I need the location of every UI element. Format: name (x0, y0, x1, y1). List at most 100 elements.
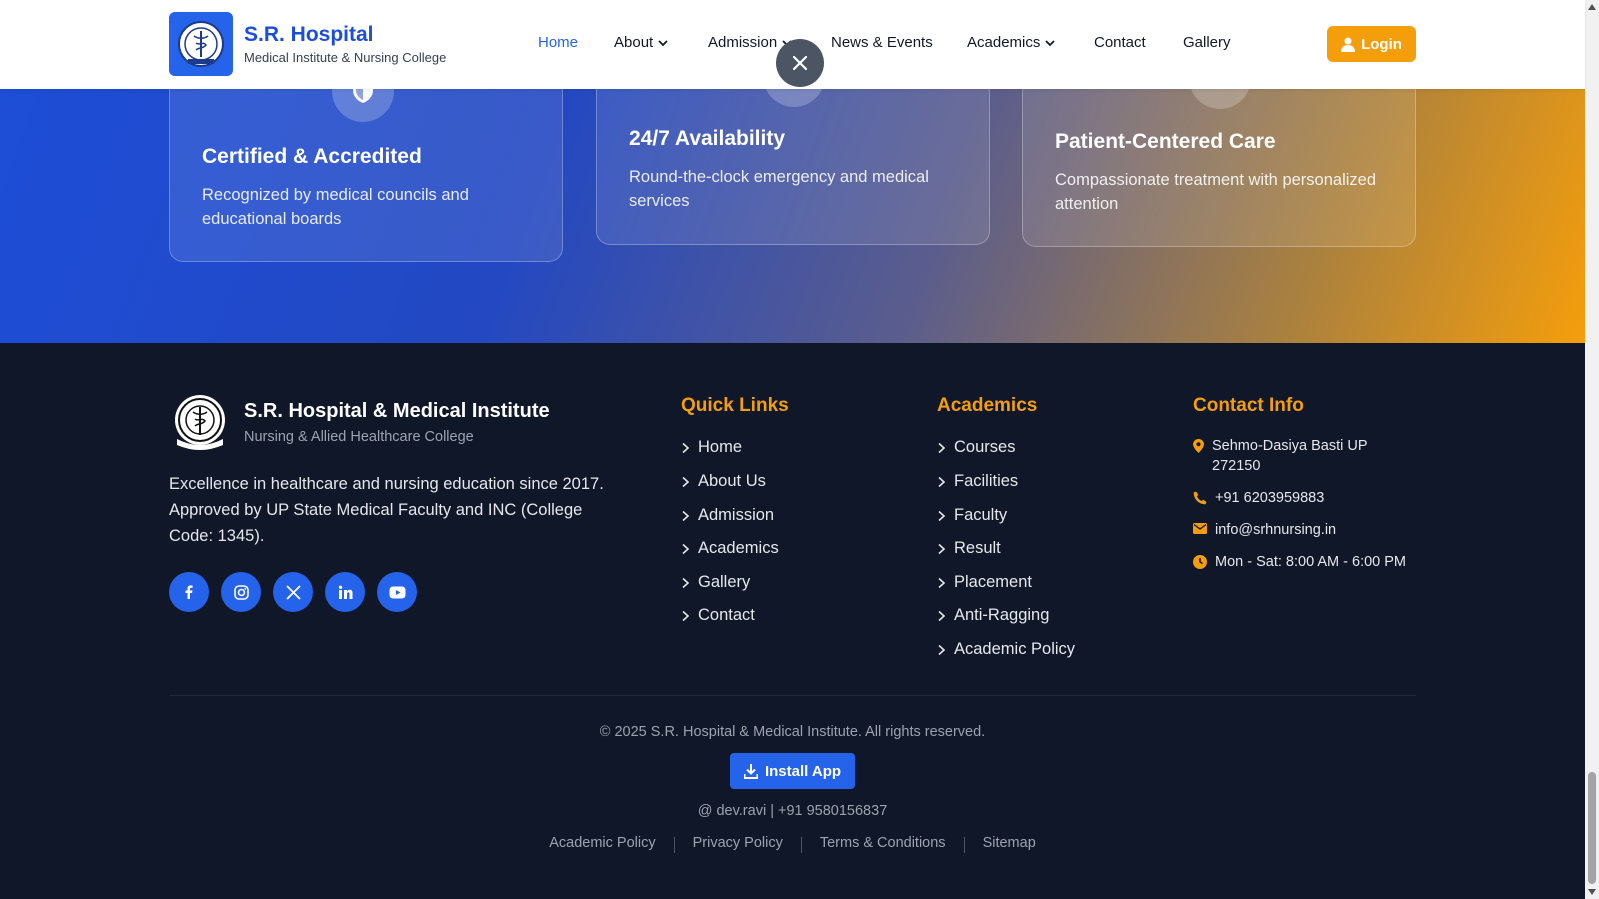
link-label: Faculty (954, 506, 1008, 524)
footer-link-faculty[interactable]: Faculty (937, 506, 1007, 525)
footer-link-academic-policy[interactable]: Academic Policy (937, 640, 1075, 659)
footer-link-gallery[interactable]: Gallery (681, 573, 750, 592)
brand-title: S.R. Hospital (244, 23, 374, 46)
nav-news-events[interactable]: News & Events (831, 34, 933, 51)
feature-title: 24/7 Availability (629, 127, 786, 150)
close-icon (792, 55, 808, 71)
nav-home[interactable]: Home (538, 34, 578, 51)
chevron-right-icon (682, 610, 690, 621)
contact-address: Sehmo-Dasiya Basti UP 272150 (1193, 436, 1368, 476)
contact-hours: Mon - Sat: 8:00 AM - 6:00 PM (1193, 552, 1406, 572)
hospital-logo[interactable] (169, 12, 233, 76)
email-address: info@srhnursing.in (1215, 522, 1337, 538)
developer-credit: @ dev.ravi | +91 9580156837 (697, 803, 888, 819)
nav-label: Gallery (1183, 34, 1231, 51)
clock-icon (1193, 555, 1207, 569)
chevron-down-icon (658, 39, 668, 46)
nav-gallery[interactable]: Gallery (1183, 34, 1231, 51)
feature-description: Round-the-clock emergency and medical se… (629, 168, 929, 210)
link-label: Admission (698, 506, 775, 524)
youtube-link[interactable] (377, 572, 417, 612)
site-footer: S.R. Hospital & Medical Institute Nursin… (0, 343, 1585, 899)
download-icon (743, 763, 758, 779)
chevron-right-icon (682, 577, 690, 588)
brand-subtitle: Medical Institute & Nursing College (244, 50, 447, 65)
x-twitter-link[interactable] (273, 572, 313, 612)
nav-contact[interactable]: Contact (1094, 34, 1146, 51)
chevron-right-icon (938, 543, 946, 554)
footer-divider (169, 695, 1416, 696)
footer-link-result[interactable]: Result (937, 539, 1001, 558)
bottom-link-terms[interactable]: Terms & Conditions (820, 835, 946, 853)
quick-links-heading: Quick Links (681, 395, 789, 416)
nav-label: Home (538, 34, 579, 51)
nav-academics[interactable]: Academics (967, 34, 1056, 51)
footer-link-anti-ragging[interactable]: Anti-Ragging (937, 606, 1049, 625)
address-line: Sehmo-Dasiya Basti UP (1212, 438, 1368, 454)
chevron-right-icon (938, 610, 946, 621)
feature-title: Patient-Centered Care (1055, 130, 1276, 153)
install-app-button[interactable]: Install App (730, 753, 855, 789)
scroll-thumb[interactable] (1588, 772, 1596, 884)
feature-description: Recognized by medical councils and educa… (202, 186, 469, 228)
facebook-link[interactable] (169, 572, 209, 612)
close-button[interactable] (776, 39, 824, 87)
chevron-right-icon (682, 543, 690, 554)
phone-number: +91 6203959883 (1215, 490, 1325, 506)
linkedin-link[interactable] (325, 572, 365, 612)
envelope-icon (1193, 523, 1207, 534)
footer-brand-subtitle: Nursing & Allied Healthcare College (244, 429, 474, 445)
chevron-right-icon (938, 442, 946, 453)
chevron-right-icon (682, 510, 690, 521)
footer-link-placement[interactable]: Placement (937, 573, 1032, 592)
academics-heading: Academics (937, 395, 1038, 416)
contact-phone[interactable]: +91 6203959883 (1193, 488, 1324, 508)
nav-label: Admission (708, 34, 778, 51)
footer-link-courses[interactable]: Courses (937, 438, 1015, 457)
instagram-link[interactable] (221, 572, 261, 612)
x-icon (285, 584, 301, 600)
footer-link-contact[interactable]: Contact (681, 606, 755, 625)
nav-label: Academics (967, 34, 1041, 51)
feature-description: Compassionate treatment with personalize… (1055, 171, 1377, 213)
link-separator (963, 837, 965, 853)
scroll-down-arrow[interactable] (1588, 889, 1596, 895)
link-label: Academics (698, 539, 779, 557)
link-label: Contact (698, 606, 755, 624)
legal-links: Academic Policy Privacy Policy Terms & C… (0, 835, 1585, 853)
link-label: Home (698, 438, 743, 456)
link-label: Academic Policy (954, 640, 1076, 658)
feature-card-patient-care: Patient-Centered Care Compassionate trea… (1022, 47, 1416, 247)
bottom-link-academic-policy[interactable]: Academic Policy (549, 835, 655, 853)
nav-label: News & Events (831, 34, 933, 51)
bottom-link-privacy-policy[interactable]: Privacy Policy (693, 835, 783, 853)
link-label: Anti-Ragging (954, 606, 1050, 624)
nav-label: About (614, 34, 654, 51)
footer-link-academics[interactable]: Academics (681, 539, 779, 558)
link-separator (673, 837, 675, 853)
login-button[interactable]: Login (1327, 26, 1416, 62)
footer-link-admission[interactable]: Admission (681, 506, 774, 525)
map-pin-icon (1193, 439, 1204, 453)
copyright-text: © 2025 S.R. Hospital & Medical Institute… (599, 724, 986, 740)
footer-description: Excellence in healthcare and nursing edu… (169, 475, 604, 545)
feature-card-certified: Certified & Accredited Recognized by med… (169, 60, 563, 262)
linkedin-icon (338, 585, 352, 599)
page-scrollbar[interactable] (1585, 0, 1599, 899)
chevron-right-icon (938, 476, 946, 487)
address-line: 272150 (1212, 458, 1261, 474)
link-label: Gallery (698, 573, 751, 591)
footer-link-home[interactable]: Home (681, 438, 742, 457)
chevron-right-icon (682, 442, 690, 453)
contact-heading: Contact Info (1193, 395, 1304, 416)
footer-link-about[interactable]: About Us (681, 472, 766, 491)
chevron-right-icon (938, 510, 946, 521)
scroll-up-arrow[interactable] (1588, 4, 1596, 10)
contact-email[interactable]: info@srhnursing.in (1193, 520, 1336, 540)
link-label: About Us (698, 472, 766, 490)
link-label: Facilities (954, 472, 1019, 490)
chevron-right-icon (682, 476, 690, 487)
footer-link-facilities[interactable]: Facilities (937, 472, 1018, 491)
nav-about[interactable]: About (614, 34, 669, 51)
bottom-link-sitemap[interactable]: Sitemap (983, 835, 1036, 853)
